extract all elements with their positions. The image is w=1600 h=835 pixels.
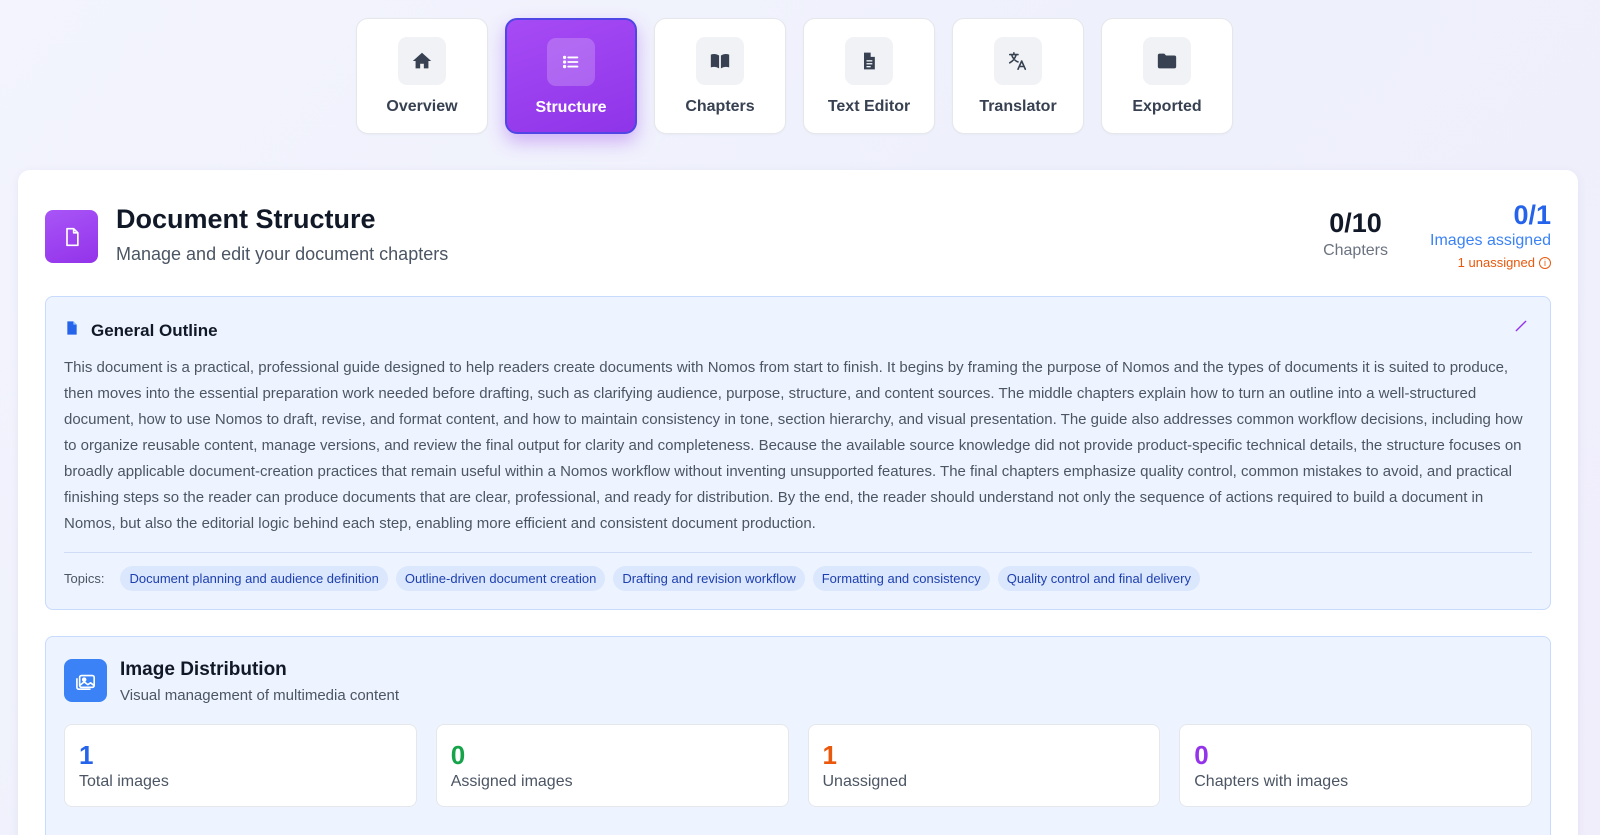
images-icon <box>64 659 107 702</box>
assigned-images-card: 0 Assigned images <box>435 724 789 807</box>
topics-row: Topics: Document planning and audience d… <box>64 566 1200 591</box>
translate-icon <box>994 37 1042 85</box>
outline-divider <box>64 552 1532 553</box>
unassigned-warning: 1 unassigned i <box>1430 255 1551 270</box>
total-images-label: Total images <box>79 773 169 790</box>
image-stat-cards: 1 Total images 0 Assigned images 1 Unass… <box>64 724 1532 807</box>
unassigned-images-card: 1 Unassigned <box>807 724 1161 807</box>
tab-structure-label: Structure <box>535 99 607 116</box>
images-stat: 0/1 Images assigned 1 unassigned i <box>1430 200 1551 270</box>
topic-chip[interactable]: Formatting and consistency <box>812 566 990 591</box>
home-icon <box>398 37 446 85</box>
images-stat-label: Images assigned <box>1430 232 1551 249</box>
tab-overview[interactable]: Overview <box>356 18 488 134</box>
topic-chip[interactable]: Quality control and final delivery <box>997 566 1200 591</box>
topics-label: Topics: <box>64 571 105 586</box>
tab-overview-label: Overview <box>386 98 458 115</box>
chapters-stat-value: 0/10 <box>1329 208 1382 238</box>
edit-pencil-icon[interactable] <box>1514 319 1528 338</box>
file-text-icon <box>845 37 893 85</box>
topic-chip[interactable]: Drafting and revision workflow <box>613 566 805 591</box>
distribution-title: Image Distribution <box>120 659 287 680</box>
assigned-images-label: Assigned images <box>450 773 573 790</box>
assigned-images-value: 0 <box>450 740 466 770</box>
chapters-stat-label: Chapters <box>1323 242 1388 259</box>
images-stat-value: 0/1 <box>1513 200 1551 230</box>
page-subtitle: Manage and edit your document chapters <box>116 244 449 264</box>
document-structure-panel: Document Structure Manage and edit your … <box>18 170 1578 835</box>
tab-chapters-label: Chapters <box>685 98 755 115</box>
chapters-with-images-label: Chapters with images <box>1194 773 1349 790</box>
chapters-with-images-card: 0 Chapters with images <box>1179 724 1532 807</box>
tab-exported[interactable]: Exported <box>1101 18 1233 134</box>
tab-structure[interactable]: Structure <box>505 18 637 134</box>
total-images-value: 1 <box>79 740 94 770</box>
chapters-with-images-value: 0 <box>1194 740 1209 770</box>
page-title: Document Structure <box>116 204 376 234</box>
total-images-card: 1 Total images <box>64 724 417 807</box>
image-distribution-section: Image Distribution Visual management of … <box>45 636 1551 835</box>
folder-icon <box>1143 37 1191 85</box>
tab-chapters[interactable]: Chapters <box>654 18 786 134</box>
general-outline-section: General Outline This document is a pract… <box>45 296 1551 610</box>
tab-translator-label: Translator <box>979 98 1057 115</box>
tab-text-editor[interactable]: Text Editor <box>803 18 935 134</box>
unassigned-images-label: Unassigned <box>822 773 908 790</box>
tab-translator[interactable]: Translator <box>952 18 1084 134</box>
outline-title: General Outline <box>91 320 218 340</box>
panel-header: Document Structure Manage and edit your … <box>18 170 1578 290</box>
chapters-stat: 0/10 Chapters <box>1323 208 1388 260</box>
book-icon <box>696 37 744 85</box>
outline-description: This document is a practical, profession… <box>64 359 1523 532</box>
outline-header: General Outline <box>64 319 218 342</box>
unassigned-warning-text: 1 unassigned <box>1457 255 1535 270</box>
document-icon <box>45 210 98 263</box>
tab-exported-label: Exported <box>1132 98 1202 115</box>
file-icon <box>64 319 80 342</box>
tab-text-editor-label: Text Editor <box>827 98 911 115</box>
distribution-subtitle: Visual management of multimedia content <box>120 687 400 704</box>
list-icon <box>547 38 595 86</box>
unassigned-images-value: 1 <box>822 740 837 770</box>
topic-chip[interactable]: Outline-driven document creation <box>395 566 606 591</box>
topic-chip[interactable]: Document planning and audience definitio… <box>120 566 388 591</box>
info-icon[interactable]: i <box>1539 256 1551 269</box>
main-tab-bar: Overview Structure Chapters Text Editor … <box>356 18 1233 134</box>
